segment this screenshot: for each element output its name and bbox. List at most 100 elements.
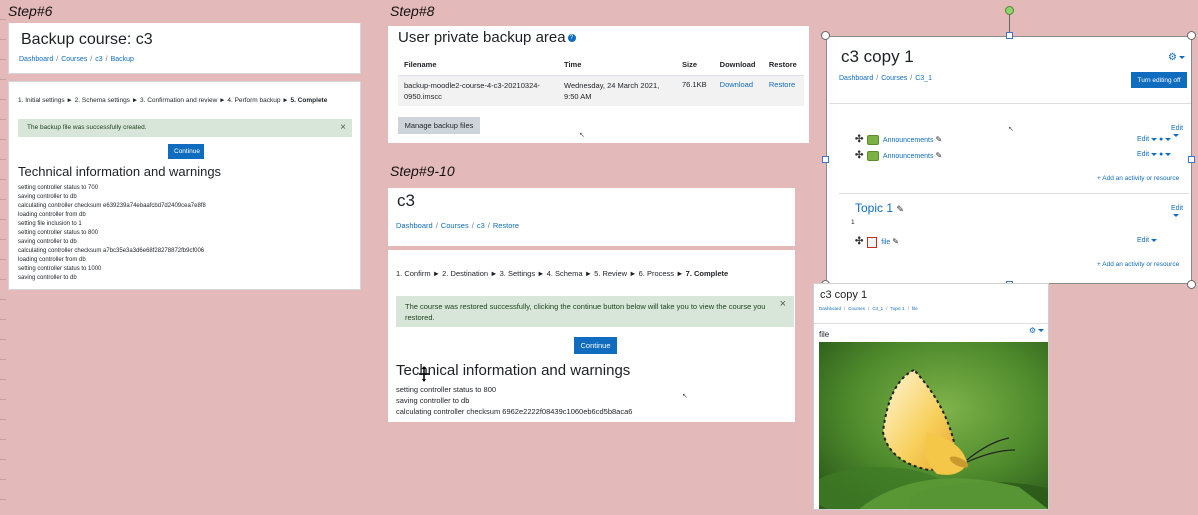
- topic-edit-menu[interactable]: Edit: [1171, 205, 1191, 219]
- breadcrumb-course[interactable]: c3: [477, 221, 485, 230]
- backup-header-panel: Backup course: c3 Dashboard / Courses / c3/B…: [8, 23, 361, 74]
- breadcrumb: Dashboard / Courses / C3_1: [839, 75, 932, 82]
- move-icon[interactable]: ✣: [855, 134, 863, 145]
- breadcrumb-course[interactable]: c3: [95, 56, 102, 63]
- continue-button[interactable]: Continue: [574, 337, 617, 354]
- gear-icon[interactable]: ⚙: [1168, 52, 1185, 63]
- turn-editing-off-button[interactable]: Turn editing off: [1131, 72, 1187, 88]
- topic-link[interactable]: Topic 1: [855, 201, 893, 215]
- move-icon[interactable]: ✣: [855, 236, 863, 247]
- private-backup-panel: User private backup area? Filename Time …: [388, 26, 809, 143]
- module-link[interactable]: file: [881, 239, 890, 246]
- section-title-text: User private backup area: [398, 29, 566, 46]
- breadcrumb-courses[interactable]: Courses: [848, 306, 865, 311]
- divider: [839, 193, 1189, 194]
- breadcrumb-courses[interactable]: Courses: [61, 56, 87, 63]
- log-line: saving controller to db: [18, 275, 77, 281]
- edit-label: Edit: [1137, 136, 1150, 143]
- breadcrumb-topic[interactable]: Topic 1: [890, 306, 904, 311]
- rotate-handle-line: [1009, 14, 1010, 34]
- cell-filename: backup-moodle2-course-4-c3-20210324-0950…: [404, 81, 540, 101]
- cell-size: 76.1KB: [682, 80, 707, 89]
- file-icon: [867, 236, 878, 248]
- page-title: c3: [397, 191, 415, 210]
- section-edit-menu[interactable]: Edit: [1171, 125, 1191, 139]
- breadcrumb: Dashboard / Courses / C3_1/Topic 1/file: [819, 306, 918, 311]
- log-line: calculating controller checksum 6962e222…: [396, 407, 633, 416]
- module-edit-menu[interactable]: Edit: [1137, 237, 1158, 244]
- breadcrumb-file[interactable]: file: [912, 306, 918, 311]
- divider: [829, 103, 1191, 104]
- resize-handle-e[interactable]: [1188, 156, 1195, 163]
- pointer-cursor-icon: ↖: [579, 132, 585, 139]
- breadcrumb-dashboard[interactable]: Dashboard: [839, 75, 873, 82]
- breadcrumb-dashboard[interactable]: Dashboard: [396, 221, 433, 230]
- log-line: setting controller status to 800: [396, 385, 497, 394]
- col-restore: Restore: [762, 54, 804, 76]
- resize-handle-nw[interactable]: [821, 31, 830, 40]
- module-link[interactable]: Announcements: [883, 153, 934, 160]
- breadcrumb-courses[interactable]: Courses: [881, 75, 907, 82]
- breadcrumb-course[interactable]: C3_1: [915, 75, 932, 82]
- breadcrumb-courses[interactable]: Courses: [441, 221, 469, 230]
- col-filename: Filename: [398, 54, 558, 76]
- alert-text: The backup file was successfully created…: [27, 124, 147, 131]
- log-list: setting controller status to 700 saving …: [18, 184, 206, 283]
- help-icon[interactable]: ?: [567, 34, 576, 43]
- add-activity-link[interactable]: + Add an activity or resource: [1097, 175, 1179, 182]
- move-icon[interactable]: ✣: [855, 150, 863, 161]
- log-line: saving controller to db: [18, 239, 77, 245]
- restore-link[interactable]: Restore: [763, 76, 804, 107]
- forum-icon: [867, 151, 880, 162]
- divider: [814, 323, 1048, 324]
- pencil-icon[interactable]: ✎: [935, 135, 942, 144]
- restore-stages: 1. Confirm ► 2. Destination ► 3. Setting…: [396, 269, 728, 278]
- user-icon[interactable]: ●: [1159, 151, 1163, 158]
- pointer-cursor-icon: ↖: [1008, 126, 1014, 133]
- pencil-icon[interactable]: ✎: [896, 204, 904, 214]
- close-icon[interactable]: ×: [340, 122, 346, 133]
- breadcrumb: Dashboard / Courses / c3/Backup: [19, 56, 134, 63]
- breadcrumb-dashboard[interactable]: Dashboard: [819, 306, 841, 311]
- breadcrumb-dashboard[interactable]: Dashboard: [19, 56, 53, 63]
- topic-title: Topic 1 ✎: [855, 201, 904, 215]
- tech-heading: Technical information and warnings: [396, 362, 631, 379]
- topic-count: 1: [851, 219, 855, 226]
- page-title: c3 copy 1: [841, 47, 914, 66]
- resize-handle-w[interactable]: [822, 156, 829, 163]
- breadcrumb-backup[interactable]: Backup: [111, 56, 134, 63]
- breadcrumb-restore[interactable]: Restore: [493, 221, 519, 230]
- col-size: Size: [676, 54, 714, 76]
- col-time: Time: [558, 54, 676, 76]
- close-icon[interactable]: ×: [780, 299, 786, 310]
- manage-backup-files-button[interactable]: Manage backup files: [398, 117, 480, 134]
- resize-handle-n[interactable]: [1006, 32, 1013, 39]
- continue-button[interactable]: Continue: [168, 144, 204, 159]
- user-icon[interactable]: ●: [1159, 136, 1163, 143]
- restore-header-panel: c3 Dashboard / Courses / c3/Restore: [388, 188, 795, 246]
- forum-icon: [867, 135, 880, 146]
- log-line: setting controller status to 1000: [18, 266, 102, 272]
- backup-files-table: Filename Time Size Download Restore back…: [398, 54, 804, 106]
- gear-icon[interactable]: ⚙: [1029, 326, 1044, 335]
- download-link[interactable]: Download: [714, 76, 763, 107]
- resize-handle-ne[interactable]: [1187, 31, 1196, 40]
- page-title: Backup course: c3: [21, 31, 153, 48]
- stage-current: 7. Complete: [685, 269, 729, 278]
- pencil-icon[interactable]: ✎: [935, 151, 942, 160]
- module-edit-menu[interactable]: Edit ●: [1137, 151, 1172, 158]
- log-line: calculating controller checksum e639239a…: [18, 203, 206, 209]
- backup-main-panel: 1. Initial settings ► 2. Schema settings…: [8, 81, 361, 290]
- log-list: setting controller status to 800 saving …: [396, 384, 632, 417]
- spreadsheet-gridlines: [0, 0, 6, 515]
- module-link[interactable]: Announcements: [883, 137, 934, 144]
- stages-text: 1. Initial settings ► 2. Schema settings…: [18, 97, 291, 104]
- resize-handle-se[interactable]: [1187, 280, 1196, 289]
- add-activity-link[interactable]: + Add an activity or resource: [1097, 261, 1179, 268]
- log-line: saving controller to db: [396, 396, 470, 405]
- col-download: Download: [713, 54, 763, 76]
- breadcrumb: Dashboard / Courses / c3/Restore: [396, 221, 520, 230]
- breadcrumb-course[interactable]: C3_1: [872, 306, 883, 311]
- pencil-icon[interactable]: ✎: [892, 237, 899, 246]
- module-edit-menu[interactable]: Edit ●: [1137, 136, 1172, 143]
